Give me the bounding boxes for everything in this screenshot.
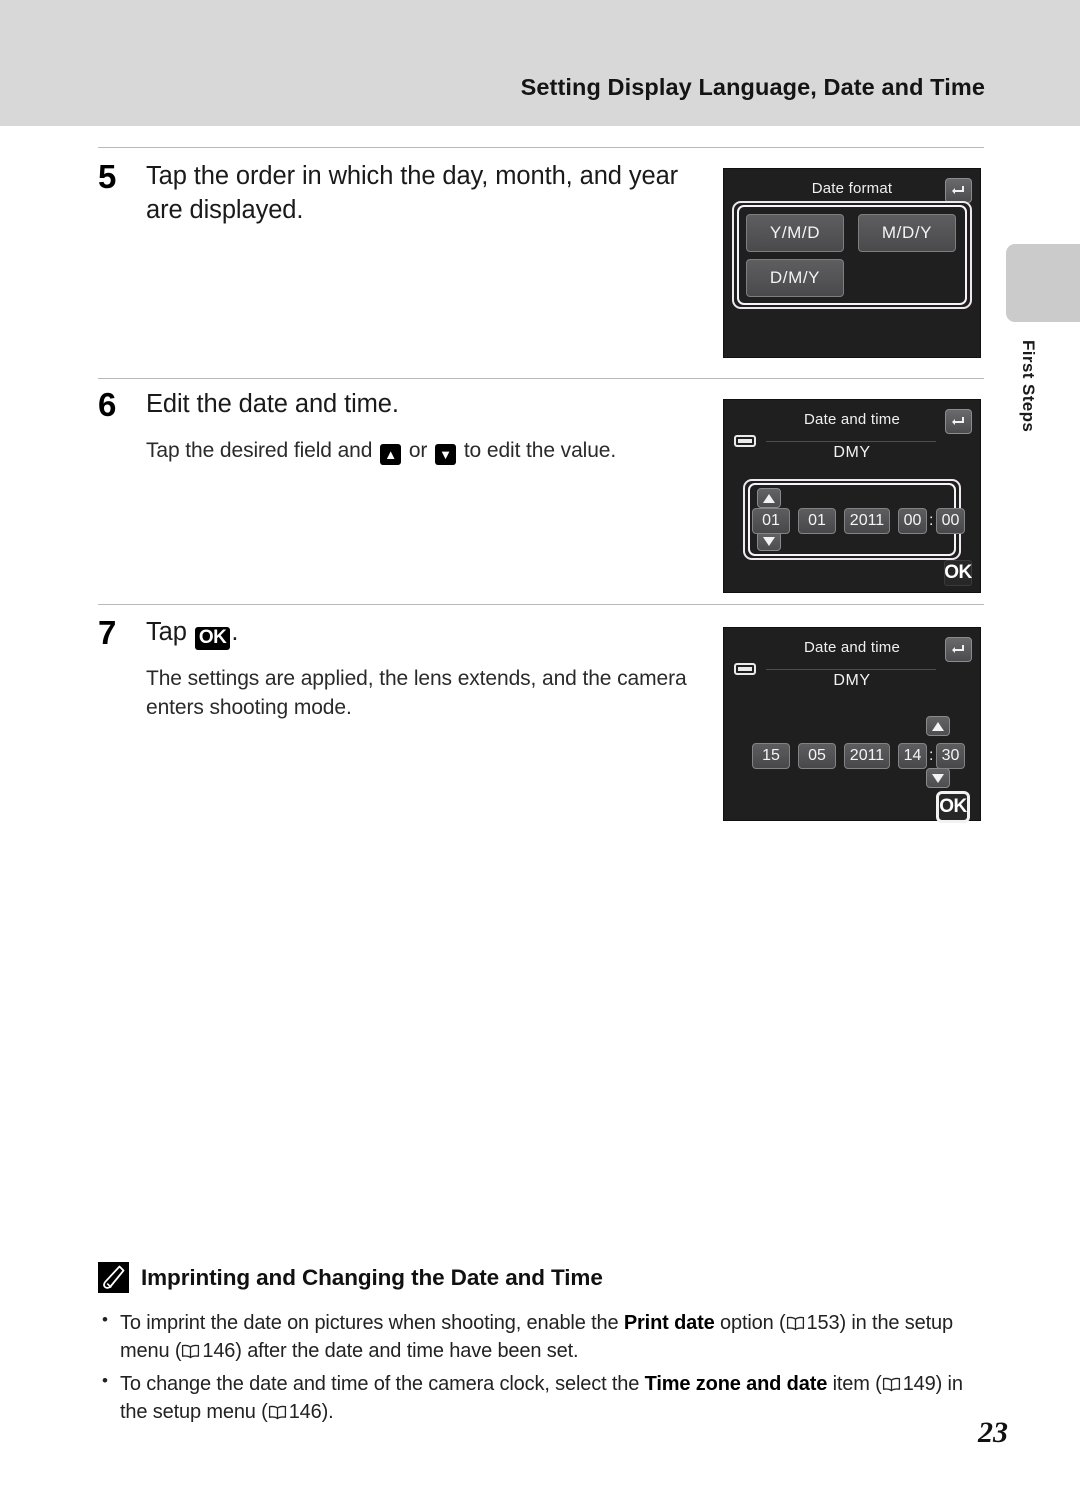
back-arrow-icon[interactable]	[945, 637, 972, 662]
month-field[interactable]: 01	[798, 508, 836, 534]
day-field[interactable]: 01	[752, 508, 790, 534]
note-bullet-1-part2: option (	[714, 1312, 786, 1334]
ok-button[interactable]: OK	[936, 791, 970, 823]
step-7-title: Tap OK.	[146, 616, 718, 650]
step-7: 7 Tap OK. The settings are applied, the …	[98, 616, 718, 723]
page-title: Setting Display Language, Date and Time	[520, 74, 985, 100]
year-field[interactable]: 2011	[844, 743, 890, 769]
date-format-option-dmy[interactable]: D/M/Y	[746, 259, 844, 297]
value-up-button[interactable]	[926, 716, 950, 736]
note-bullet-1-part4: ) after the date and time have been set.	[235, 1340, 579, 1363]
screenshot-date-format: Date format Y/M/D M/D/Y D/M/Y	[723, 168, 981, 358]
date-format-option-mdy[interactable]: M/D/Y	[858, 214, 956, 252]
step-6-title: Edit the date and time.	[146, 390, 399, 418]
time-separator: :	[929, 747, 934, 764]
screenshot-date-time-edited: Date and time DMY 15 05 2011 14 : 30 OK	[723, 627, 981, 823]
date-format-label: DMY	[833, 672, 871, 689]
hour-field[interactable]: 14	[898, 743, 927, 769]
pencil-note-icon	[98, 1262, 129, 1293]
value-down-button[interactable]	[926, 768, 950, 788]
ok-button[interactable]: OK	[944, 560, 972, 586]
step-5: 5 Tap the order in which the day, month,…	[98, 160, 718, 228]
down-triangle-icon	[932, 773, 944, 783]
year-field[interactable]: 2011	[844, 508, 890, 534]
note-bullet-1-ref2: 146	[202, 1340, 236, 1363]
date-format-screen-title: Date format	[811, 180, 893, 197]
date-time-screen-title: Date and time	[804, 411, 900, 428]
step-6-number: 6	[98, 386, 117, 423]
note-bullet-2-part4: ).	[321, 1401, 334, 1424]
step-6-text-before: Tap the desired field and	[146, 438, 373, 462]
note-block: Imprinting and Changing the Date and Tim…	[98, 1262, 988, 1431]
page-header-band	[0, 0, 1080, 126]
note-header: Imprinting and Changing the Date and Tim…	[98, 1262, 988, 1293]
value-down-button[interactable]	[757, 531, 781, 551]
screenshot-date-time-initial: Date and time DMY 01 01 2011 00 : 00 OK	[723, 399, 981, 593]
back-arrow-icon[interactable]	[945, 178, 972, 203]
section-tab-label: First Steps	[1019, 340, 1038, 433]
step-6-text-after: to edit the value.	[463, 438, 617, 462]
note-bullet-2-ref1: 149	[902, 1372, 936, 1395]
up-triangle-icon: ▲	[380, 443, 402, 465]
book-reference-icon	[268, 1400, 287, 1420]
ok-button-icon: OK	[194, 627, 231, 650]
up-triangle-icon	[763, 493, 775, 503]
section-tab-marker	[1006, 244, 1080, 322]
step-6-text-middle: or	[408, 438, 428, 462]
down-triangle-icon	[763, 536, 775, 546]
minute-field[interactable]: 30	[936, 743, 965, 769]
step-6: 6 Edit the date and time. Tap the desire…	[98, 388, 718, 465]
note-bullet-2-part1: To change the date and time of the camer…	[120, 1372, 645, 1395]
divider-step6-step7	[98, 604, 984, 605]
step-7-number: 7	[98, 614, 117, 651]
note-bullet-1: To imprint the date on pictures when sho…	[98, 1308, 988, 1366]
note-bullet-2: To change the date and time of the camer…	[98, 1369, 988, 1427]
step-7-text-before: Tap	[146, 618, 187, 646]
value-up-button[interactable]	[757, 488, 781, 508]
step-5-number: 5	[98, 158, 117, 195]
step-5-title: Tap the order in which the day, month, a…	[146, 162, 679, 224]
note-bullet-2-ref2: 146	[288, 1401, 322, 1424]
note-bullet-1-part1: To imprint the date on pictures when sho…	[120, 1312, 624, 1334]
note-bullet-list: To imprint the date on pictures when sho…	[98, 1308, 988, 1427]
time-separator: :	[929, 512, 934, 529]
page-number: 23	[978, 1416, 1008, 1449]
note-bullet-2-part2: item (	[827, 1372, 882, 1395]
book-reference-icon	[786, 1311, 805, 1331]
divider-step5-step6	[98, 378, 984, 379]
back-arrow-icon[interactable]	[945, 409, 972, 434]
step-7-description: The settings are applied, the lens exten…	[146, 666, 687, 720]
book-reference-icon	[882, 1372, 901, 1392]
note-bullet-1-bold: Print date	[623, 1312, 715, 1334]
step-6-description: Tap the desired field and ▲ or ▼ to edit…	[146, 436, 718, 465]
divider-top	[98, 147, 984, 148]
up-triangle-icon	[932, 721, 944, 731]
date-time-header-rule	[766, 669, 936, 670]
book-reference-icon	[181, 1339, 200, 1359]
hour-field[interactable]: 00	[898, 508, 927, 534]
month-field[interactable]: 05	[798, 743, 836, 769]
date-format-label: DMY	[833, 444, 871, 461]
note-bullet-2-bold: Time zone and date	[644, 1372, 828, 1395]
date-format-option-ymd[interactable]: Y/M/D	[746, 214, 844, 252]
down-triangle-icon: ▼	[435, 443, 457, 465]
note-bullet-1-ref1: 153	[806, 1312, 840, 1334]
note-title: Imprinting and Changing the Date and Tim…	[141, 1264, 603, 1290]
date-time-screen-title: Date and time	[804, 639, 900, 656]
day-field[interactable]: 15	[752, 743, 790, 769]
step-7-text-after: .	[231, 618, 239, 646]
date-time-header-rule	[766, 441, 936, 442]
minute-field[interactable]: 00	[936, 508, 965, 534]
